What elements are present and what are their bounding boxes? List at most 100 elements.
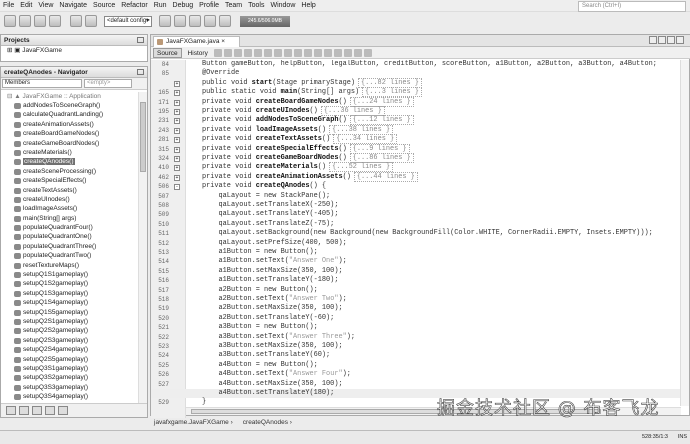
menu-view[interactable]: View — [38, 2, 53, 9]
expand-fold-icon[interactable]: + — [174, 137, 180, 144]
prev-bookmark-icon[interactable] — [293, 48, 302, 57]
code-area[interactable]: 84 Button gameButton, helpButton, legalBu… — [151, 60, 681, 418]
menu-team[interactable]: Team — [225, 2, 242, 9]
code-line[interactable]: 243 + private void loadImageAssets() {...38… — [151, 124, 681, 135]
comment-icon[interactable] — [353, 48, 362, 57]
maximize-icon[interactable] — [676, 36, 684, 44]
code-line[interactable]: 526 a4Button.setText("Answer Four"); — [151, 370, 681, 379]
show-documents-icon[interactable] — [667, 36, 675, 44]
expand-fold-icon[interactable]: + — [174, 80, 180, 87]
expand-fold-icon[interactable]: + — [174, 118, 180, 125]
new-file-icon[interactable] — [4, 15, 16, 27]
navigator-item[interactable]: main(String[] args) — [1, 214, 138, 223]
menu-edit[interactable]: Edit — [20, 2, 32, 9]
debug-icon[interactable] — [204, 15, 216, 27]
navigator-item[interactable]: setupQ2S5gameplay() — [1, 355, 138, 364]
code-line[interactable]: a4Button.setTranslateY(180); — [151, 389, 681, 399]
breadcrumb-class[interactable]: javafxgame.JavaFXGame › — [154, 419, 233, 429]
menu-refactor[interactable]: Refactor — [121, 2, 147, 9]
navigator-item[interactable]: createMaterials() — [1, 148, 138, 157]
last-edit-icon[interactable] — [213, 48, 222, 57]
find-next-icon[interactable] — [263, 48, 272, 57]
navigator-item[interactable]: setupQ2S4gameplay() — [1, 345, 138, 354]
code-line[interactable]: 507 qaLayout = new StackPane(); — [151, 192, 681, 201]
navigator-item[interactable]: createQAnodes() — [1, 157, 138, 166]
clean-build-icon[interactable] — [174, 15, 186, 27]
navigator-item[interactable]: setupQ1S2gameplay() — [1, 279, 138, 288]
code-line[interactable]: 171 + private void createBoardGameNodes(){… — [151, 96, 681, 107]
navigator-root[interactable]: ⊟ ▲ JavaFXGame :: Application — [1, 92, 138, 101]
navigator-item[interactable]: populateQuadrantTwo() — [1, 251, 138, 260]
code-line[interactable]: 519 a2Button.setMaxSize(350, 100); — [151, 304, 681, 313]
redo-icon[interactable] — [85, 15, 97, 27]
save-all-icon[interactable] — [49, 15, 61, 27]
shift-right-icon[interactable] — [323, 48, 332, 57]
find-icon[interactable] — [243, 48, 252, 57]
breadcrumb-method[interactable]: createQAnodes › — [243, 419, 292, 429]
sort-icon[interactable] — [58, 406, 68, 415]
new-project-icon[interactable] — [19, 15, 31, 27]
code-line[interactable]: 524 a3Button.setTranslateY(60); — [151, 351, 681, 360]
project-node[interactable]: ⊞ ▣ JavaFXGame — [1, 46, 147, 55]
folded-block[interactable]: {...34 lines } — [333, 134, 398, 145]
start-macro-icon[interactable] — [333, 48, 342, 57]
navigator-item[interactable]: calculateQuadrantLanding() — [1, 110, 138, 119]
code-line[interactable]: 511 qaLayout.setBackground(new Backgroun… — [151, 229, 681, 238]
expand-fold-icon[interactable]: + — [174, 109, 180, 115]
navigator-item[interactable]: createBoardGameNodes() — [1, 129, 138, 138]
filter-static-icon[interactable] — [19, 406, 29, 415]
code-line[interactable]: 520 a2Button.setTranslateY(-60); — [151, 314, 681, 323]
minimize-icon[interactable] — [137, 69, 144, 75]
navigator-item[interactable]: populateQuadrantFour() — [1, 223, 138, 232]
navigator-item[interactable]: setupQ1S1gameplay() — [1, 270, 138, 279]
filter-nonpublic-icon[interactable] — [32, 406, 42, 415]
config-select[interactable]: <default config> — [104, 15, 152, 27]
menu-source[interactable]: Source — [93, 2, 115, 9]
code-line[interactable]: 525 a4Button = new Button(); — [151, 361, 681, 370]
collapse-fold-icon[interactable]: - — [174, 184, 180, 191]
menu-profile[interactable]: Profile — [199, 2, 219, 9]
next-bookmark-icon[interactable] — [303, 48, 312, 57]
memory-indicator[interactable]: 245.6/506.0MB — [240, 15, 290, 27]
navigator-item[interactable]: createSceneProcessing() — [1, 167, 138, 176]
folded-block[interactable]: {...44 lines } — [353, 171, 418, 182]
code-line[interactable]: 462 + private void createAnimationAssets()… — [151, 171, 681, 182]
navigator-item[interactable]: populateQuadrantOne() — [1, 232, 138, 241]
code-line[interactable]: 84 Button gameButton, helpButton, legalBu… — [151, 60, 681, 69]
toggle-highlight-icon[interactable] — [273, 48, 282, 57]
scroll-left-icon[interactable] — [649, 36, 657, 44]
code-line[interactable]: 508 qaLayout.setTranslateX(-250); — [151, 201, 681, 210]
code-line[interactable]: 516 a1Button.setTranslateY(-180); — [151, 276, 681, 285]
navigator-item[interactable]: setupQ3S1gameplay() — [1, 364, 138, 373]
code-line[interactable]: 324 + private void createGameBoardNodes(){… — [151, 153, 681, 163]
tab-javafxgame-java[interactable]: JavaFXGame.java × — [153, 36, 241, 47]
code-line[interactable]: 522 a3Button.setText("Answer Three"); — [151, 333, 681, 342]
filter-fields-icon[interactable] — [6, 406, 16, 415]
run-icon[interactable] — [189, 15, 201, 27]
navigator-item[interactable]: createGameBoardNodes() — [1, 139, 138, 148]
toggle-bookmark-icon[interactable] — [283, 48, 292, 57]
navigator-item[interactable]: createSpecialEffects() — [1, 176, 138, 185]
scroll-right-icon[interactable] — [658, 36, 666, 44]
code-line[interactable]: 518 a2Button.setText("Answer Two"); — [151, 295, 681, 304]
navigator-item[interactable]: resetTextureMaps() — [1, 261, 138, 270]
code-line[interactable]: 506- private void createQAnodes() { — [151, 182, 681, 191]
menu-run[interactable]: Run — [154, 2, 167, 9]
close-icon[interactable]: × — [221, 38, 225, 45]
navigator-item[interactable]: loadImageAssets() — [1, 204, 138, 213]
code-line[interactable]: 195 + private void createUInodes() {...36 l… — [151, 106, 681, 116]
navigator-item[interactable]: setupQ3S3gameplay() — [1, 383, 138, 392]
open-project-icon[interactable] — [34, 15, 46, 27]
stop-macro-icon[interactable] — [343, 48, 352, 57]
shift-left-icon[interactable] — [313, 48, 322, 57]
menu-debug[interactable]: Debug — [173, 2, 194, 9]
code-line[interactable]: 523 a3Button.setMaxSize(350, 100); — [151, 342, 681, 351]
navigator-item[interactable]: setupQ2S2gameplay() — [1, 326, 138, 335]
forward-icon[interactable] — [233, 48, 242, 57]
navigator-item[interactable]: createUInodes() — [1, 195, 138, 204]
navigator-item[interactable]: setupQ1S4gameplay() — [1, 298, 138, 307]
code-line[interactable]: 315 + private void createSpecialEffects(){… — [151, 143, 681, 154]
code-line[interactable]: 509 qaLayout.setTranslateY(-405); — [151, 210, 681, 219]
navigator-item[interactable]: setupQ2S1gameplay() — [1, 317, 138, 326]
expand-fold-icon[interactable]: + — [174, 165, 180, 172]
